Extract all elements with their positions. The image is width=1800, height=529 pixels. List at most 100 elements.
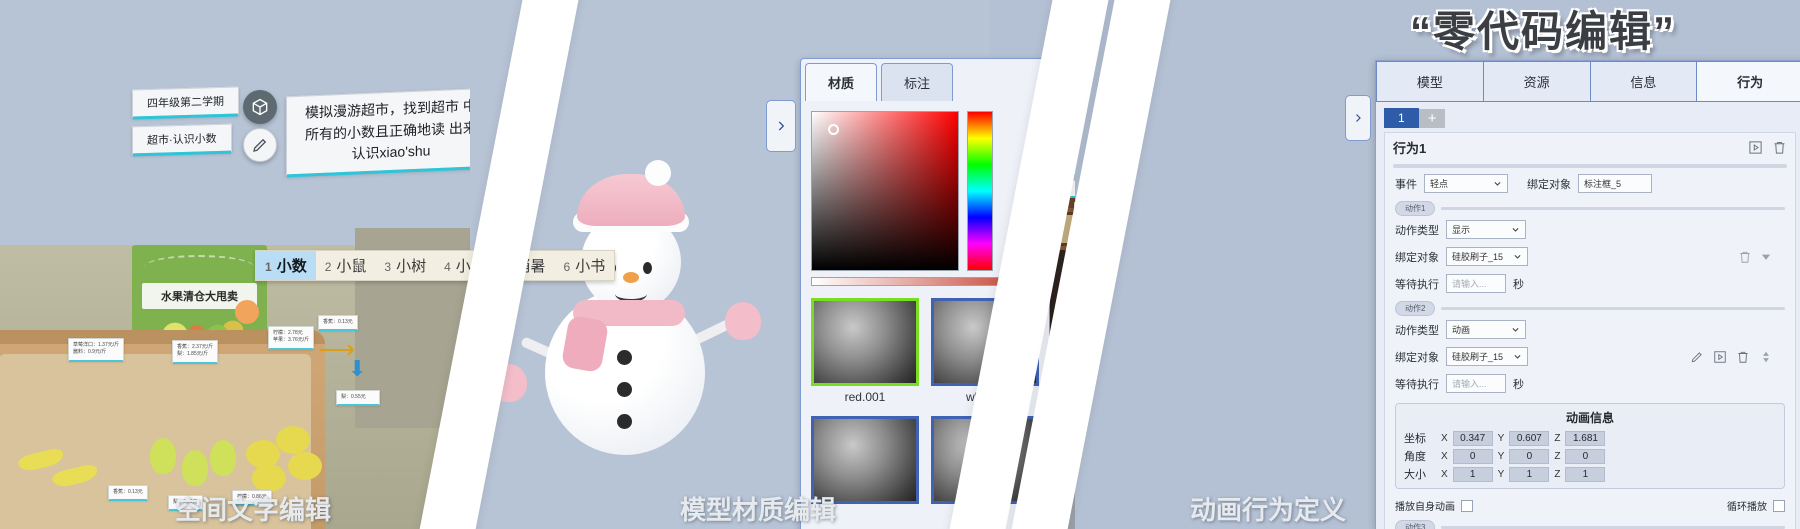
screenshot-root: 水果清仓大甩卖 草莓洋口：1.37元/斤 酱料：0.9元/斤 香蕉：2.37元/… [0,0,1800,529]
chevron-right-icon [778,121,785,131]
bind-object-field[interactable]: 标注框_5 [1578,174,1652,193]
divider [1441,307,1785,310]
action-bind-value: 硅胶刷子_15 [1452,252,1504,262]
price-tag[interactable]: 香蕉：0.13元 [318,315,358,332]
tab-model[interactable]: 模型 [1376,61,1484,102]
action-bind-label: 绑定对象 [1395,351,1439,364]
action-bind-select[interactable]: 硅胶刷子_15 [1446,347,1528,366]
action-wait-unit: 秒 [1513,378,1524,391]
bind-label: 绑定对象 [1527,178,1571,191]
action-wait-row: 等待执行 请输入... 秒 [1385,270,1795,297]
rotation-y-field[interactable]: 0 [1509,448,1550,464]
divider [1393,164,1787,168]
tab-2[interactable]: 2 小鼠 [316,251,376,280]
action-type-select[interactable]: 显示 [1446,220,1526,239]
trash-icon[interactable] [1772,140,1787,155]
price-tag[interactable]: 柠檬：2.78元 苹果：3.76元/斤 [268,326,315,349]
material-panel-collapse-button[interactable] [766,100,796,152]
animation-info-row: 大小 X 1 Y 1 Z 1 [1404,465,1776,483]
behaviour-card-title: 行为1 [1393,141,1427,156]
axis-x-label: X [1441,450,1448,462]
pear [182,450,208,486]
caption-material-edit: 模型材质编辑 [680,495,837,525]
behaviour-panel-tabs[interactable]: 模型 资源 信息 行为 [1376,61,1800,102]
hue-slider[interactable] [967,111,993,271]
rotation-z-field[interactable]: 0 [1565,448,1606,464]
axis-y-label: Y [1497,450,1505,462]
behaviour-panel-collapse-button[interactable] [1345,95,1371,141]
event-select[interactable]: 轻点 [1424,174,1508,193]
task-description-card[interactable]: 模拟漫游超市，找到超市 中所有的小数且正确地读 出来认识xiao'shu [286,87,496,176]
action-bind-select[interactable]: 硅胶刷子_15 [1446,247,1528,266]
behaviour-card-actions [1748,140,1787,155]
tab-label: 小树 [396,258,427,275]
tab-resource[interactable]: 资源 [1483,61,1591,102]
tab-info[interactable]: 信息 [1590,61,1698,102]
action-type-select[interactable]: 动画 [1446,320,1526,339]
sort-icon[interactable] [1759,350,1773,364]
behaviour-card-header: 行为1 [1385,133,1795,162]
scale-z-field[interactable]: 1 [1565,466,1606,482]
play-icon[interactable] [1713,350,1727,364]
play-self-animation-checkbox[interactable] [1461,499,1473,512]
event-label: 事件 [1395,178,1417,191]
chevron-down-icon [1512,327,1519,332]
add-behaviour-button[interactable]: + [1418,108,1446,128]
snowman-mitten-right [725,302,761,340]
play-icon[interactable] [1748,140,1763,155]
action-bind-label: 绑定对象 [1395,251,1439,264]
material-name: red.001 [844,390,886,404]
tab-behaviour[interactable]: 行为 [1697,61,1800,102]
action-tag: 动作3 [1395,520,1436,529]
action-tag: 动作2 [1395,301,1436,316]
chevron-down-icon[interactable] [1759,250,1773,264]
tab-label: 小数 [276,258,307,275]
behaviour-index-chip[interactable]: 1 [1384,108,1419,128]
tab-1[interactable]: 1 小数 [256,251,316,280]
saturation-value-field[interactable] [811,111,959,271]
material-panel-tabs[interactable]: 材质 标注 [801,59,1049,101]
price-tag[interactable]: 梨：0.55元 [336,390,380,407]
axis-y-label: Y [1497,468,1505,480]
tab-annotation[interactable]: 标注 [881,63,954,101]
caption-animation-behaviour: 动画行为定义 [1190,495,1347,525]
trash-icon[interactable] [1738,250,1752,264]
tab-material[interactable]: 材质 [805,63,878,101]
snowman-button [617,382,632,397]
scale-x-field[interactable]: 1 [1452,466,1493,482]
number-tab-strip[interactable]: 1 小数 2 小鼠 3 小树 4 小叔 5 消暑 6 小书 [255,250,616,281]
chevron-down-icon [1514,254,1521,259]
rotation-x-field[interactable]: 0 [1452,448,1493,464]
tab-3[interactable]: 3 小树 [375,251,435,280]
coord-z-field[interactable]: 1.681 [1565,430,1606,446]
tab-index: 2 [324,260,332,274]
action-wait-input[interactable]: 请输入... [1446,274,1506,293]
action-icon-row [1690,350,1785,364]
loop-play-checkbox[interactable] [1773,499,1785,512]
price-tag[interactable]: 香蕉：0.13元 [108,485,148,502]
action-wait-input[interactable]: 请输入... [1446,374,1506,393]
pencil-icon[interactable] [243,128,277,162]
snowman-eye-right [643,262,652,274]
page-headline: “零代码编辑” [1410,8,1677,55]
pencil-icon[interactable] [1690,350,1704,364]
tab-label: 小书 [575,258,606,275]
scale-y-field[interactable]: 1 [1509,466,1550,482]
material-swatch[interactable]: red.001 [811,298,919,404]
cube-icon[interactable] [243,90,277,124]
action-separator: 动作1 [1385,197,1795,216]
action-wait-unit: 秒 [1513,278,1524,291]
action-type-value: 动画 [1452,325,1471,335]
chevron-right-icon [1356,114,1361,122]
material-preview-sphere[interactable] [811,298,919,386]
color-cursor[interactable] [828,124,839,135]
price-tag[interactable]: 香蕉：2.37元/斤 梨：1.85元/斤 [172,340,219,363]
coord-x-field[interactable]: 0.347 [1452,430,1493,446]
topic-label-card[interactable]: 超市·认识小数 [132,123,232,155]
tab-6[interactable]: 6 小书 [555,251,615,280]
coord-y-field[interactable]: 0.607 [1509,430,1550,446]
trash-icon[interactable] [1736,350,1750,364]
price-tag[interactable]: 草莓洋口：1.37元/斤 酱料：0.9元/斤 [68,338,125,361]
tab-label: 小鼠 [336,258,367,275]
grade-label-card[interactable]: 四年级第二学期 [132,86,239,118]
